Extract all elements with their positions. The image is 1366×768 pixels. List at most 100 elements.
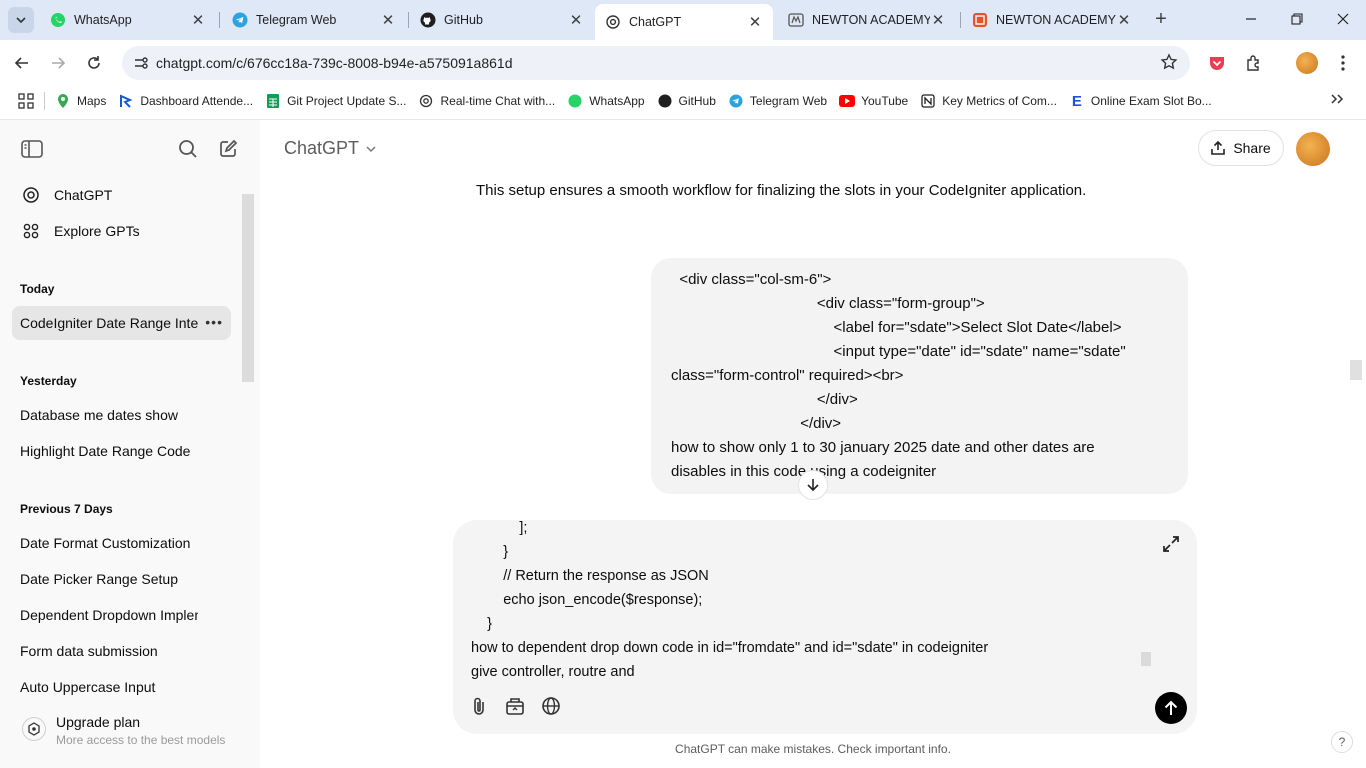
expand-icon[interactable] bbox=[1159, 532, 1183, 556]
browser-toolbar: chatgpt.com/c/676cc18a-739c-8008-b94e-a5… bbox=[0, 40, 1366, 86]
new-tab-icon[interactable]: + bbox=[1150, 8, 1172, 30]
new-chat-icon[interactable] bbox=[215, 136, 241, 162]
send-button[interactable] bbox=[1155, 692, 1187, 724]
tools-icon[interactable] bbox=[503, 694, 527, 718]
bookmark-youtube[interactable]: YouTube bbox=[833, 88, 914, 114]
close-tab-icon[interactable]: ✕ bbox=[747, 14, 763, 31]
url-text[interactable]: chatgpt.com/c/676cc18a-739c-8008-b94e-a5… bbox=[156, 55, 513, 71]
browser-tab-strip: WhatsApp ✕ Telegram Web ✕ GitHub ✕ ChatG… bbox=[0, 0, 1366, 40]
dashboard-icon bbox=[118, 93, 134, 109]
bookmark-telegram[interactable]: Telegram Web bbox=[722, 88, 833, 114]
minimize-icon[interactable] bbox=[1236, 6, 1266, 32]
chevron-double-right-icon[interactable] bbox=[1330, 92, 1344, 109]
message-line: <input type="date" id="sdate" name="sdat… bbox=[671, 343, 1126, 360]
history-item[interactable]: Date Format Customization bbox=[12, 526, 231, 560]
user-message-bubble: <div class="col-sm-6"> <div class="form-… bbox=[651, 258, 1188, 494]
message-line: </div> bbox=[671, 415, 842, 432]
history-item[interactable]: Date Picker Range Setup bbox=[12, 562, 231, 596]
back-arrow-icon[interactable] bbox=[9, 50, 35, 76]
close-tab-icon[interactable]: ✕ bbox=[190, 12, 206, 29]
close-tab-icon[interactable]: ✕ bbox=[568, 12, 584, 29]
bookmarks-divider bbox=[44, 92, 45, 110]
model-selector[interactable]: ChatGPT bbox=[284, 138, 377, 159]
web-search-globe-icon[interactable] bbox=[539, 694, 563, 718]
close-window-icon[interactable] bbox=[1328, 6, 1358, 32]
chevron-down-icon bbox=[365, 143, 377, 155]
assistant-message-text: This setup ensures a smooth workflow for… bbox=[476, 182, 1087, 199]
composer-line: echo json_encode($response); bbox=[471, 592, 703, 608]
address-bar[interactable]: chatgpt.com/c/676cc18a-739c-8008-b94e-a5… bbox=[122, 46, 1190, 80]
composer-line: how to dependent drop down code in id="f… bbox=[471, 640, 989, 656]
message-line: <div class="form-group"> bbox=[671, 295, 985, 312]
chatgpt-icon bbox=[605, 14, 621, 30]
forward-arrow-icon[interactable] bbox=[45, 50, 71, 76]
help-button[interactable]: ? bbox=[1331, 731, 1353, 753]
bookmark-realtime-chat[interactable]: Real-time Chat with... bbox=[412, 88, 561, 114]
composer-scrollbar[interactable] bbox=[1141, 652, 1151, 666]
upgrade-icon bbox=[22, 717, 46, 741]
message-line: class="form-control" required><br> bbox=[671, 367, 904, 384]
bookmark-dashboard[interactable]: Dashboard Attende... bbox=[112, 88, 259, 114]
history-item[interactable]: Database me dates show bbox=[12, 398, 231, 432]
arrow-up-icon bbox=[1164, 700, 1178, 716]
bookmark-key-metrics[interactable]: Key Metrics of Com... bbox=[914, 88, 1063, 114]
telegram-icon bbox=[232, 12, 248, 28]
sheets-icon bbox=[265, 93, 281, 109]
composer-line: give controller, routre and bbox=[471, 664, 635, 680]
history-item[interactable]: Form data submission bbox=[12, 634, 231, 668]
bookmark-star-icon[interactable] bbox=[1160, 53, 1178, 74]
exam-icon: E bbox=[1071, 92, 1082, 110]
close-tab-icon[interactable]: ✕ bbox=[930, 12, 946, 29]
maps-icon bbox=[55, 93, 71, 109]
grid-icon bbox=[20, 220, 42, 242]
browser-menu-icon[interactable] bbox=[1330, 50, 1356, 76]
site-info-icon[interactable] bbox=[130, 52, 152, 74]
extensions-puzzle-icon[interactable] bbox=[1241, 50, 1267, 76]
tab-divider bbox=[408, 12, 409, 28]
tab-newton-academy-1[interactable]: NEWTON ACADEMY ✕ bbox=[778, 6, 956, 34]
more-options-icon[interactable]: ••• bbox=[205, 314, 223, 330]
tab-telegram[interactable]: Telegram Web ✕ bbox=[222, 6, 406, 34]
sidebar-toggle-icon[interactable] bbox=[19, 136, 45, 162]
attach-icon[interactable] bbox=[467, 694, 491, 718]
history-item[interactable]: CodeIgniter Date Range Integration ••• bbox=[12, 306, 231, 340]
composer-line: } bbox=[471, 616, 492, 632]
profile-avatar-icon[interactable] bbox=[1294, 50, 1320, 76]
page-scrollbar[interactable] bbox=[1350, 360, 1362, 380]
upgrade-plan-button[interactable]: Upgrade plan More access to the best mod… bbox=[20, 712, 240, 752]
sidebar-item-explore-gpts[interactable]: Explore GPTs bbox=[12, 214, 231, 248]
sidebar-item-chatgpt[interactable]: ChatGPT bbox=[12, 178, 231, 212]
tab-search-dropdown-icon[interactable] bbox=[8, 7, 34, 33]
user-avatar[interactable] bbox=[1296, 132, 1330, 166]
bookmark-online-exam[interactable]: E Online Exam Slot Bo... bbox=[1063, 88, 1218, 114]
share-button[interactable]: Share bbox=[1198, 130, 1284, 166]
search-chats-icon[interactable] bbox=[175, 136, 201, 162]
tab-whatsapp[interactable]: WhatsApp ✕ bbox=[40, 6, 216, 34]
history-item[interactable]: Dependent Dropdown Implementation bbox=[12, 598, 231, 632]
message-line: <div class="col-sm-6"> bbox=[671, 271, 832, 288]
history-item[interactable]: Highlight Date Range Code bbox=[12, 434, 231, 468]
tab-github[interactable]: GitHub ✕ bbox=[410, 6, 594, 34]
bookmark-whatsapp[interactable]: WhatsApp bbox=[561, 88, 650, 114]
bookmark-github[interactable]: GitHub bbox=[651, 88, 722, 114]
reload-icon[interactable] bbox=[81, 50, 107, 76]
close-tab-icon[interactable]: ✕ bbox=[380, 12, 396, 29]
tab-newton-academy-2[interactable]: NEWTON ACADEMY ✕ bbox=[962, 6, 1142, 34]
pocket-extension-icon[interactable] bbox=[1204, 50, 1230, 76]
apps-grid-icon[interactable] bbox=[12, 88, 40, 114]
chat-sidebar: ChatGPT Explore GPTs Today CodeIgniter D… bbox=[0, 120, 260, 768]
close-tab-icon[interactable]: ✕ bbox=[1116, 12, 1132, 29]
scroll-to-bottom-button[interactable] bbox=[798, 470, 828, 500]
disclaimer-text: ChatGPT can make mistakes. Check importa… bbox=[675, 742, 951, 756]
restore-icon[interactable] bbox=[1282, 6, 1312, 32]
youtube-icon bbox=[839, 93, 856, 109]
bookmark-git-project[interactable]: Git Project Update S... bbox=[259, 88, 412, 114]
message-line: </div> bbox=[671, 391, 858, 408]
tab-chatgpt[interactable]: ChatGPT ✕ bbox=[595, 4, 773, 40]
bookmark-maps[interactable]: Maps bbox=[49, 88, 112, 114]
composer-textarea[interactable]: ]; } // Return the response as JSON echo… bbox=[471, 520, 1151, 684]
history-item[interactable]: Auto Uppercase Input bbox=[12, 670, 231, 704]
message-composer[interactable]: ]; } // Return the response as JSON echo… bbox=[453, 520, 1197, 734]
sidebar-scrollbar[interactable] bbox=[242, 194, 254, 382]
message-line: <label for="sdate">Select Slot Date</lab… bbox=[671, 319, 1122, 336]
